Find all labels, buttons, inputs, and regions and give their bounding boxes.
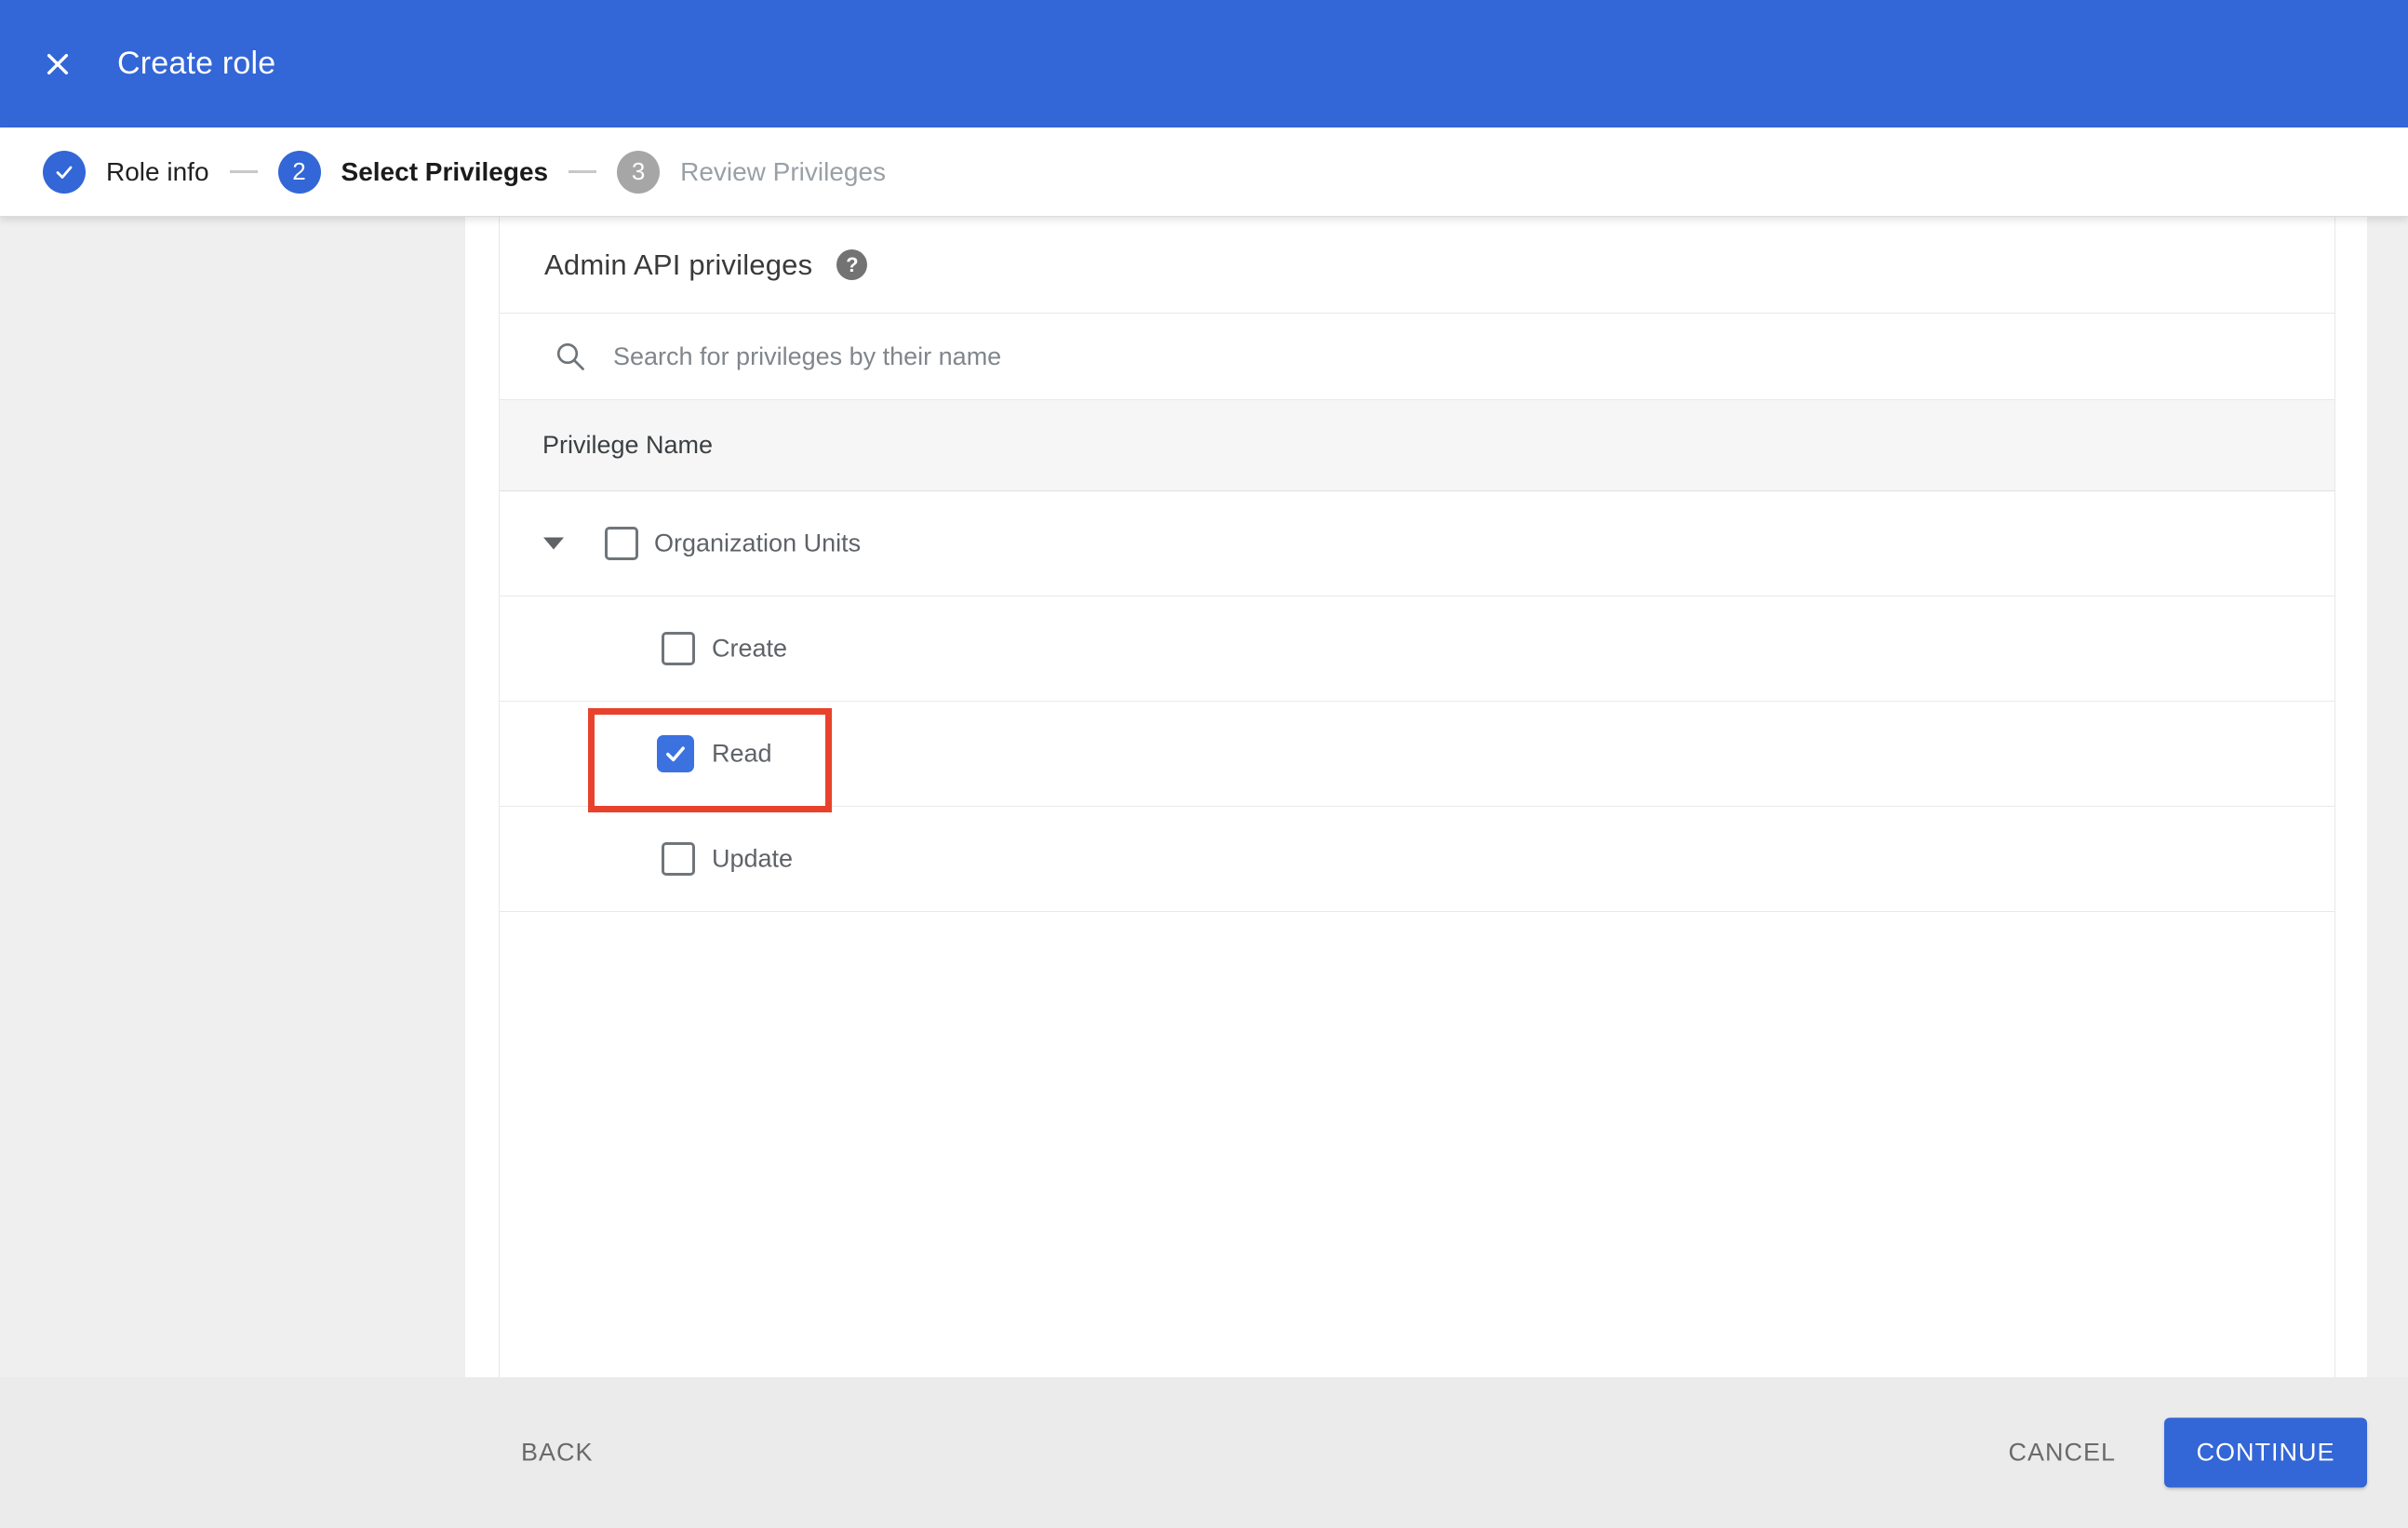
privilege-rows: Organization Units Create Read Update xyxy=(500,491,2334,934)
step-check-icon xyxy=(43,150,86,194)
partial-row xyxy=(500,934,2334,1377)
appbar: Create role xyxy=(0,0,2408,127)
table-row-create: Create xyxy=(500,596,2334,702)
help-icon[interactable]: ? xyxy=(836,249,868,280)
privilege-checkbox[interactable] xyxy=(662,842,695,876)
dialog-title: Create role xyxy=(117,46,276,81)
privilege-label: Organization Units xyxy=(654,529,862,557)
step-number: 3 xyxy=(617,150,661,194)
close-button[interactable] xyxy=(30,36,86,92)
footer-bar: BACK CANCEL CONTINUE xyxy=(0,1377,2408,1528)
table-row-organization-units: Organization Units xyxy=(500,491,2334,596)
cancel-button[interactable]: CANCEL xyxy=(2008,1439,2116,1468)
privilege-checkbox[interactable] xyxy=(605,527,638,560)
stepper-step-review-privileges[interactable]: 3 Review Privileges xyxy=(617,150,887,194)
panel-title-row: Admin API privileges ? xyxy=(500,217,2334,314)
step-label: Role info xyxy=(106,156,209,186)
search-input[interactable] xyxy=(613,342,2009,371)
privilege-label: Create xyxy=(712,634,788,663)
step-connector xyxy=(569,170,597,173)
search-icon xyxy=(554,340,587,373)
close-icon xyxy=(43,49,73,79)
privilege-checkbox[interactable] xyxy=(662,632,695,665)
privilege-label: Read xyxy=(712,739,772,768)
table-row-update: Update xyxy=(500,807,2334,912)
chevron-down-icon[interactable] xyxy=(543,537,564,550)
step-label: Review Privileges xyxy=(680,156,887,186)
privilege-label: Update xyxy=(712,844,794,873)
table-header-label: Privilege Name xyxy=(542,431,714,459)
stepper-step-select-privileges[interactable]: 2 Select Privileges xyxy=(277,150,549,194)
table-row-read: Read xyxy=(500,702,2334,812)
step-number: 2 xyxy=(277,150,321,194)
search-row xyxy=(500,314,2334,400)
panel-title: Admin API privileges xyxy=(544,248,813,281)
continue-button[interactable]: CONTINUE xyxy=(2164,1417,2367,1488)
stepper-step-role-info[interactable]: Role info xyxy=(43,150,209,194)
back-button[interactable]: BACK xyxy=(521,1439,594,1468)
privilege-checkbox[interactable] xyxy=(657,735,694,772)
privileges-panel: Admin API privileges ? Privilege Name Or… xyxy=(465,217,2367,1377)
table-row-delete: Delete xyxy=(500,912,2334,934)
stepper: Role info 2 Select Privileges 3 Review P… xyxy=(0,127,2408,217)
step-connector xyxy=(229,170,258,173)
highlight-annotation xyxy=(588,708,832,812)
step-label: Select Privileges xyxy=(341,156,549,186)
table-header: Privilege Name xyxy=(500,400,2334,491)
